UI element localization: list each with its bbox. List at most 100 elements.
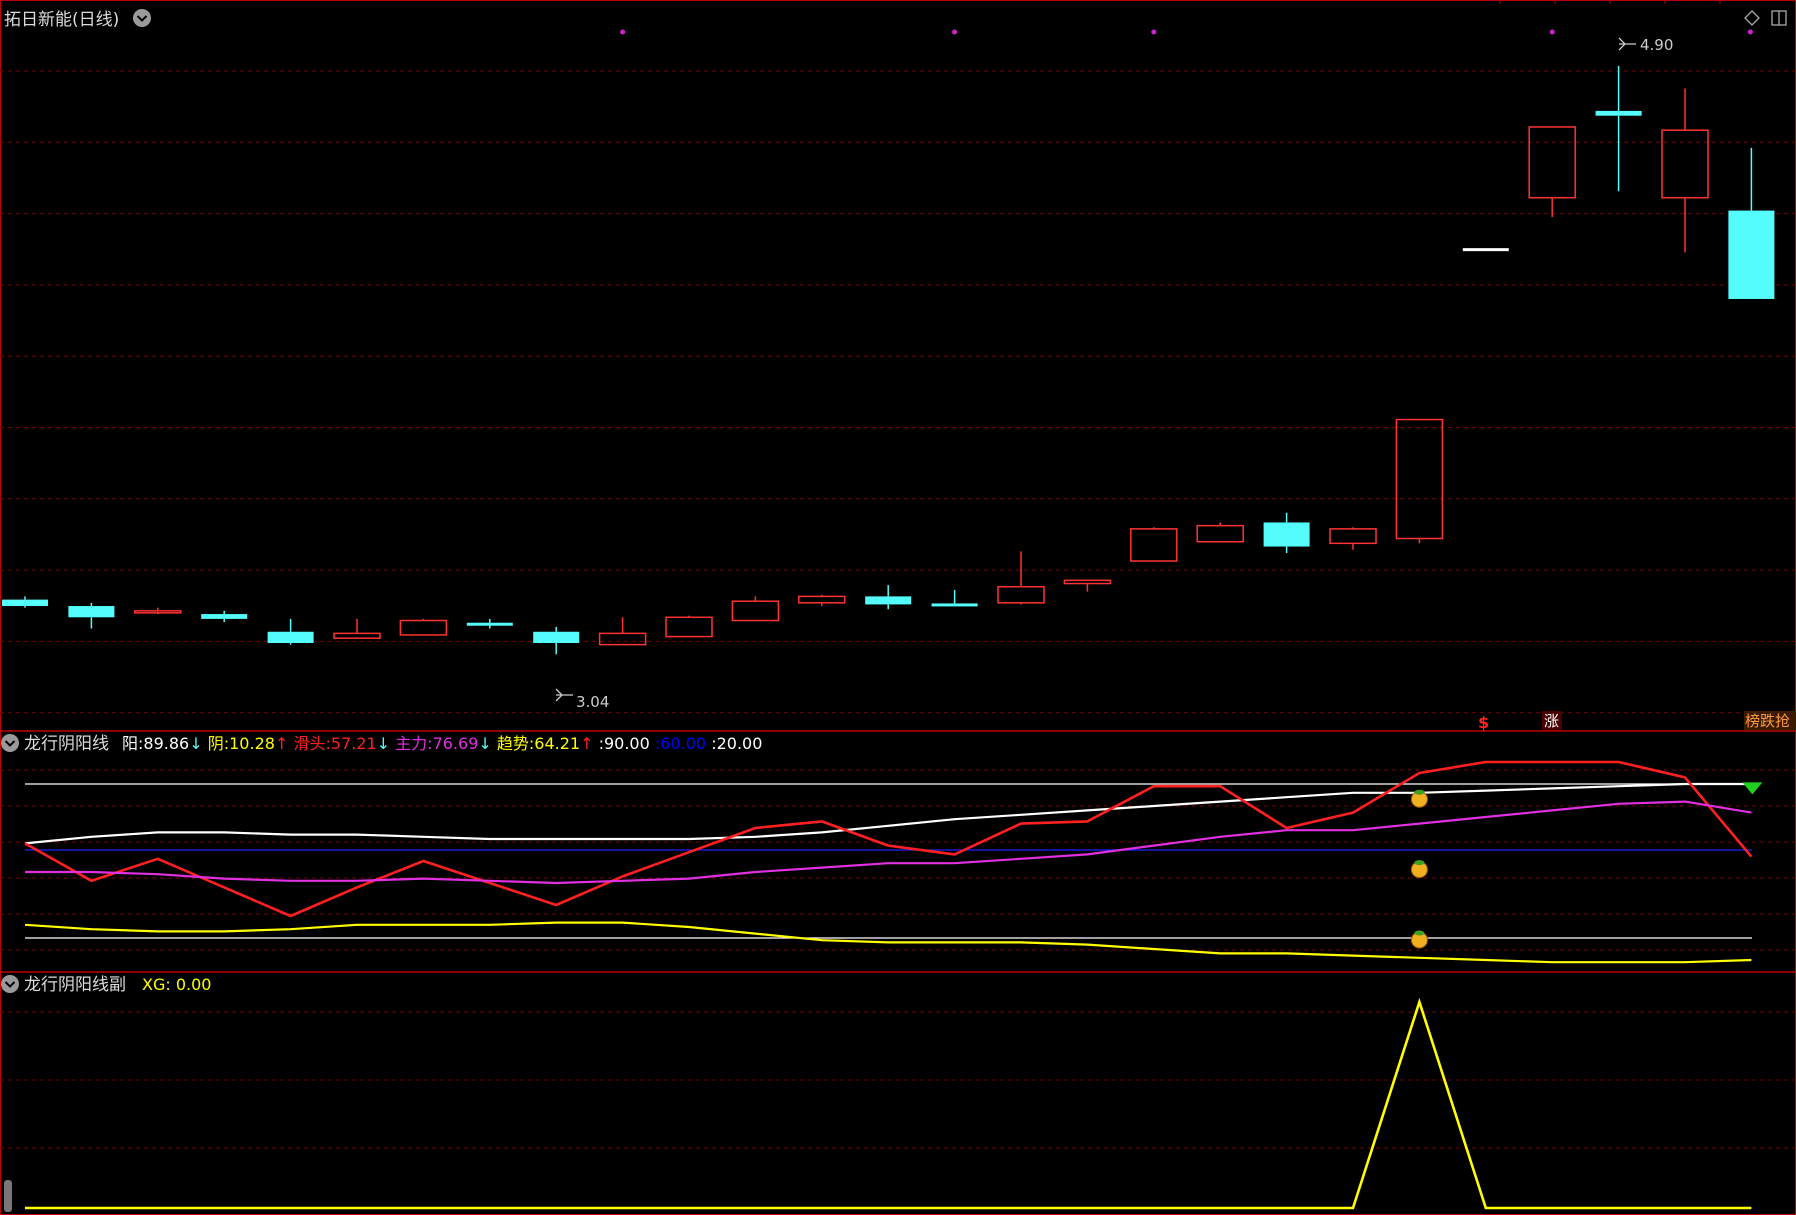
candle[interactable] — [665, 615, 713, 638]
legend-arrow: ↑ — [275, 734, 288, 753]
legend-value: :89.86 — [138, 734, 189, 753]
candle[interactable] — [1063, 579, 1112, 592]
legend-value: :57.21 — [325, 734, 376, 753]
candle[interactable] — [1395, 418, 1444, 544]
indicator-title: 龙行阴阳线 — [24, 734, 109, 754]
high-price-marker — [1618, 37, 1636, 51]
price-grid — [0, 0, 1796, 714]
candle-body-up — [1329, 528, 1377, 545]
candle-body-down — [931, 603, 978, 607]
indicator-grid — [0, 769, 1796, 951]
signal-dot — [1747, 29, 1753, 35]
candle-body-up — [1395, 418, 1444, 540]
candle-body-down — [267, 631, 314, 644]
signal-zhang: 涨 — [1544, 712, 1559, 730]
low-price-marker — [555, 688, 573, 702]
xg-line[interactable] — [25, 997, 1752, 1210]
chart-canvas[interactable]: 拓日新能(日线) 3.04 4.90 $ 涨 榜跌抢 龙行阴阳线 阳:89.86… — [0, 0, 1796, 1215]
legend-arrow: ↑ — [580, 734, 593, 753]
candle[interactable] — [598, 617, 647, 646]
main-panel-border — [0, 0, 1796, 1215]
candle[interactable] — [1462, 248, 1509, 252]
signal-dot — [1549, 29, 1555, 35]
signal-dot — [952, 29, 958, 35]
candlestick-series[interactable] — [2, 65, 1775, 655]
legend-label: 趋势 — [497, 734, 529, 753]
sub-indicator-title: 龙行阴阳线副 — [24, 975, 126, 995]
candle-body-up — [665, 616, 713, 638]
candle-body-down — [533, 631, 580, 644]
legend-arrow: ↓ — [478, 734, 491, 753]
candle-body-down — [68, 606, 115, 618]
candle-body-up — [798, 595, 846, 604]
candle-body-up — [1196, 524, 1244, 543]
candle[interactable] — [997, 551, 1045, 605]
candle[interactable] — [931, 589, 978, 607]
candle[interactable] — [1595, 65, 1642, 192]
candle[interactable] — [201, 610, 248, 623]
scroll-handle[interactable] — [4, 1180, 12, 1212]
candle[interactable] — [1528, 126, 1576, 217]
coin-leaf — [1414, 789, 1425, 795]
candle[interactable] — [1196, 522, 1244, 543]
signal-dots — [620, 29, 1753, 35]
indicator-chevron-icon[interactable] — [1, 734, 19, 752]
candle-body-up — [598, 632, 647, 646]
signal-dot — [620, 29, 626, 35]
candle[interactable] — [68, 602, 115, 629]
series-line[interactable] — [24, 921, 1752, 964]
xg-legend-label: XG: 0.00 — [142, 975, 211, 994]
coin-leaf — [1414, 860, 1425, 866]
candle[interactable] — [1130, 527, 1178, 562]
candle-body-up — [399, 619, 448, 636]
legend-label: 阳 — [122, 734, 138, 753]
candle[interactable] — [1728, 147, 1775, 299]
diamond-icon[interactable] — [1744, 10, 1760, 26]
candle[interactable] — [466, 618, 513, 629]
candle[interactable] — [1661, 88, 1709, 253]
candle-body-down — [865, 596, 912, 605]
candle[interactable] — [333, 618, 381, 639]
legend-value: :60.00 — [655, 734, 706, 753]
candle[interactable] — [267, 618, 314, 645]
series-line[interactable] — [24, 760, 1753, 918]
candle[interactable] — [865, 585, 912, 610]
sub-indicator-lines[interactable] — [25, 997, 1752, 1210]
candle-body-up — [731, 600, 780, 622]
legend-value: :90.00 — [599, 734, 650, 753]
legend-value: :20.00 — [711, 734, 762, 753]
chevron-down-icon[interactable] — [133, 9, 151, 27]
candle[interactable] — [134, 607, 182, 615]
indicator-lines[interactable] — [24, 760, 1753, 964]
legend-label: 主力 — [395, 734, 427, 753]
candle[interactable] — [1263, 512, 1310, 553]
candle-body-up — [1130, 528, 1178, 562]
candle-body-down — [201, 614, 248, 619]
legend-label: 滑头 — [293, 734, 325, 753]
signal-bangdie: 榜跌抢 — [1745, 712, 1790, 730]
legend-value: :76.69 — [427, 734, 478, 753]
candle[interactable] — [731, 596, 780, 622]
legend-value: :64.21 — [529, 734, 580, 753]
candle-body-down — [1595, 110, 1642, 116]
xg-value: 0.00 — [176, 975, 212, 994]
xg-colon: : — [165, 975, 175, 994]
panel-toggle-icon[interactable] — [1771, 10, 1787, 26]
candle[interactable] — [533, 626, 580, 655]
chart-title: 拓日新能(日线) — [4, 10, 119, 30]
candle[interactable] — [399, 618, 448, 636]
candle[interactable] — [798, 594, 846, 607]
candle[interactable] — [2, 596, 48, 608]
candle-body-up — [1661, 129, 1709, 199]
candle-body-down — [466, 622, 513, 626]
xg-label: XG — [142, 975, 165, 994]
sub-indicator-chevron-icon[interactable] — [1, 975, 19, 993]
series-line[interactable] — [24, 782, 1752, 845]
legend-arrow: ↓ — [377, 734, 390, 753]
signal-dot — [1151, 29, 1157, 35]
sub-indicator-grid — [0, 1011, 1796, 1149]
candle[interactable] — [1329, 527, 1377, 550]
coin-leaf — [1414, 930, 1425, 936]
legend-label: 阴 — [208, 734, 224, 753]
candle-body-down — [1263, 522, 1310, 547]
